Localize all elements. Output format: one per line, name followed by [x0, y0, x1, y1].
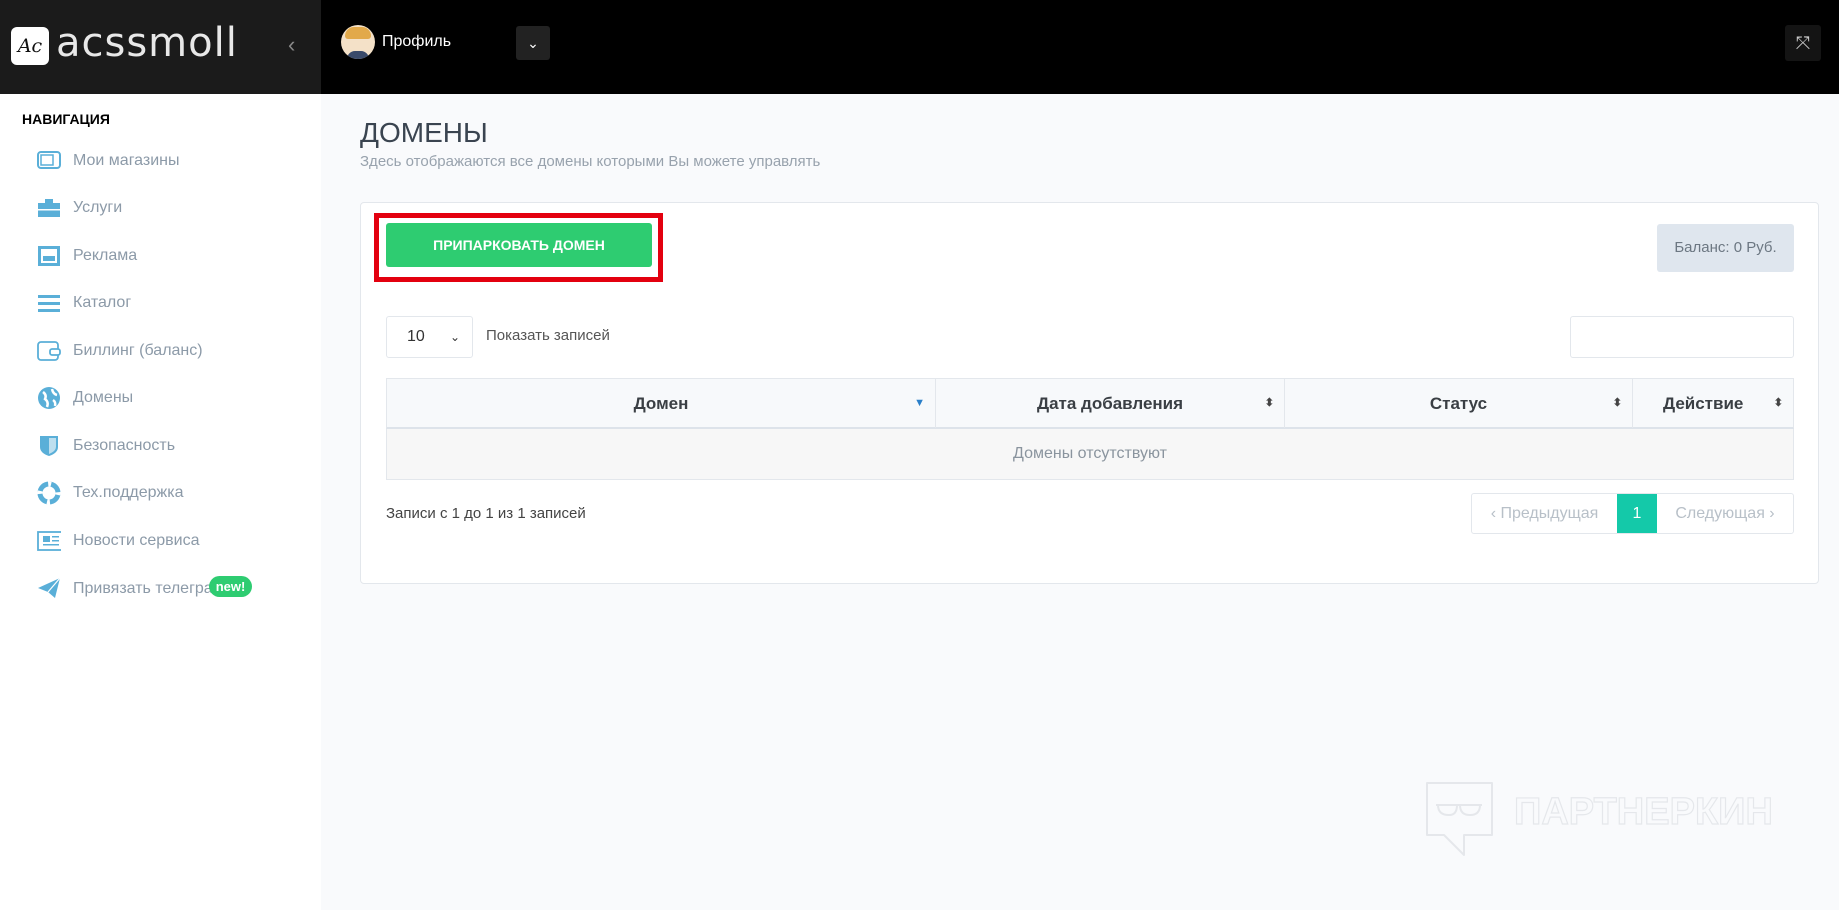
top-bar: Ac acssmoll ‹ Профиль ⌄ ⤧: [0, 0, 1839, 94]
profile-dropdown-button[interactable]: ⌄: [516, 26, 550, 60]
page-title: ДОМЕНЫ: [360, 117, 488, 148]
sidebar-item-catalog[interactable]: Каталог: [0, 281, 321, 325]
page-subtitle: Здесь отображаются все домены которыми В…: [360, 153, 821, 170]
sidebar-item-telegram[interactable]: Привязать телегра new!: [0, 566, 321, 610]
sidebar-item-news[interactable]: Новости сервиса: [0, 519, 321, 563]
chevron-left-icon: ‹: [1490, 505, 1501, 522]
newspaper-icon: [37, 529, 61, 553]
logo-text[interactable]: acssmoll: [56, 20, 238, 66]
sidebar-item-billing[interactable]: Биллинг (баланс): [0, 329, 321, 373]
avatar[interactable]: [341, 25, 375, 59]
shield-icon: [37, 434, 61, 458]
sort-desc-icon: ▼: [914, 397, 925, 409]
sidebar-item-my-shops[interactable]: Мои магазины: [0, 139, 321, 183]
list-icon: [37, 291, 61, 315]
logo-area: Ac acssmoll ‹: [0, 0, 321, 94]
expand-icon: ⤧: [1795, 33, 1811, 53]
briefcase-icon: [37, 196, 61, 220]
table-header: Домен ▼ Дата добавления ⬍ Статус ⬍ Действие…: [386, 378, 1794, 429]
sidebar-item-services[interactable]: Услуги: [0, 186, 321, 230]
table-info: Записи с 1 до 1 из 1 записей: [386, 505, 586, 522]
sidebar-item-security[interactable]: Безопасность: [0, 424, 321, 468]
pagination-next[interactable]: Следующая ›: [1657, 494, 1793, 533]
new-badge: new!: [208, 575, 253, 597]
wallet-icon: [37, 339, 61, 363]
tv-icon: [37, 149, 61, 173]
column-status[interactable]: Статус ⬍: [1285, 379, 1633, 428]
chevron-down-icon: ⌄: [449, 330, 460, 344]
balance-badge: Баланс: 0 Руб.: [1657, 224, 1794, 272]
ad-panel-icon: [37, 244, 61, 268]
search-input[interactable]: [1570, 316, 1794, 358]
page-length-select[interactable]: 10 ⌄: [386, 316, 473, 358]
logo-icon: Ac: [11, 27, 49, 65]
fullscreen-button[interactable]: ⤧: [1785, 25, 1821, 61]
nav-title: НАВИГАЦИЯ: [22, 111, 110, 127]
page-length-label: Показать записей: [486, 327, 610, 344]
pagination: ‹ Предыдущая 1 Следующая ›: [1471, 493, 1794, 534]
sidebar-item-support[interactable]: Тех.поддержка: [0, 471, 321, 515]
watermark-logo: ПАРТНЕРКИН: [1426, 782, 1774, 856]
column-domain[interactable]: Домен ▼: [387, 379, 936, 428]
lifebuoy-icon: [37, 481, 61, 505]
chevron-right-icon: ›: [1764, 505, 1775, 522]
pagination-page-1[interactable]: 1: [1617, 494, 1657, 533]
sidebar-item-domains[interactable]: Домены: [0, 376, 321, 420]
sidebar: НАВИГАЦИЯ Мои магазины Услуги Реклама Ка…: [0, 94, 321, 910]
telegram-icon: [37, 576, 61, 600]
column-date-added[interactable]: Дата добавления ⬍: [936, 379, 1285, 428]
svg-text:ПАРТНЕРКИН: ПАРТНЕРКИН: [1514, 791, 1773, 833]
park-domain-button[interactable]: ПРИПАРКОВАТЬ ДОМЕН: [386, 223, 652, 267]
column-action[interactable]: Действие ⬍: [1633, 379, 1793, 428]
chevron-down-icon: ⌄: [527, 35, 539, 51]
profile-label[interactable]: Профиль: [382, 33, 451, 51]
globe-icon: [37, 386, 61, 410]
pagination-prev[interactable]: ‹ Предыдущая: [1472, 494, 1617, 533]
sort-icon: ⬍: [1264, 397, 1274, 409]
empty-row: Домены отсутствуют: [386, 429, 1794, 480]
sort-icon: ⬍: [1612, 397, 1622, 409]
sidebar-item-ads[interactable]: Реклама: [0, 234, 321, 278]
collapse-sidebar-icon[interactable]: ‹: [288, 32, 295, 58]
sort-icon: ⬍: [1773, 397, 1783, 409]
